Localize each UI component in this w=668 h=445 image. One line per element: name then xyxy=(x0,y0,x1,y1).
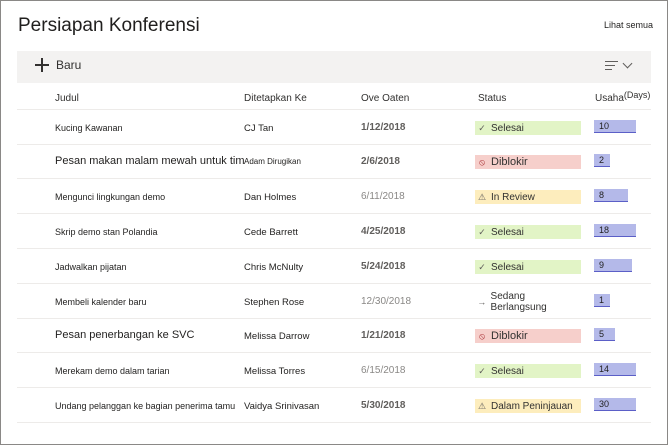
new-button-label: Baru xyxy=(56,58,82,72)
view-options-button[interactable] xyxy=(605,58,633,71)
status-label: Selesai xyxy=(491,261,524,273)
status-badge: ⦸ Diblokir xyxy=(475,329,581,343)
table-row[interactable]: Membeli kalender baru Stephen Rose 12/30/2… xyxy=(17,285,651,319)
table-row[interactable]: Skrip demo stan Polandia Cede Barrett 4/25… xyxy=(17,215,651,249)
row-title[interactable]: Mengunci lingkungan demo xyxy=(55,192,165,202)
row-divider xyxy=(17,248,651,249)
status-label: Selesai xyxy=(491,365,524,377)
row-divider xyxy=(17,422,651,423)
row-divider xyxy=(17,178,651,179)
check-icon: ✓ xyxy=(478,226,486,237)
row-assigned: Vaidya Srinivasan xyxy=(244,401,320,412)
row-divider xyxy=(17,283,651,284)
row-assigned: Melissa Darrow xyxy=(244,331,310,342)
table-row[interactable]: Mengunci lingkungan demo Dan Holmes 6/11/2… xyxy=(17,180,651,214)
check-icon: ✓ xyxy=(478,261,486,272)
status-label: In Review xyxy=(491,191,535,203)
status-badge: → Sedang Berlangsung xyxy=(475,291,581,313)
status-badge: ✓ Selesai xyxy=(475,364,581,378)
view-lines-icon xyxy=(605,60,618,71)
row-due-date: 5/30/2018 xyxy=(361,400,406,411)
row-title[interactable]: Pesan penerbangan ke SVC xyxy=(55,329,194,341)
table-row[interactable]: Kucing Kawanan CJ Tan 1/12/2018 ✓ Selesai 10 xyxy=(17,111,651,145)
row-due-date: 12/30/2018 xyxy=(361,296,412,307)
row-assigned: Adam Dirugikan xyxy=(244,157,301,166)
row-due-date: 6/11/2018 xyxy=(361,191,405,202)
column-header-status[interactable]: Status xyxy=(478,93,506,104)
check-icon: ✓ xyxy=(478,365,486,376)
blocked-icon: ⦸ xyxy=(479,156,485,167)
effort-bar: 1 xyxy=(594,294,610,307)
table-row[interactable]: Pesan makan malam mewah untuk tim Adam Di… xyxy=(17,145,651,179)
row-divider xyxy=(17,213,651,214)
row-divider xyxy=(17,352,651,353)
header-divider xyxy=(17,109,651,110)
row-due-date: 5/24/2018 xyxy=(361,261,406,272)
row-due-date: 1/12/2018 xyxy=(361,122,406,133)
column-header-effort-unit: (Days) xyxy=(623,90,651,100)
page-title: Persiapan Konferensi xyxy=(18,15,200,36)
plus-icon xyxy=(35,58,49,72)
blocked-icon: ⦸ xyxy=(479,330,485,341)
column-header-title[interactable]: Judul xyxy=(55,93,79,104)
row-divider xyxy=(17,387,651,388)
column-header-due[interactable]: Ove Oaten xyxy=(361,93,409,104)
row-title[interactable]: Kucing Kawanan xyxy=(55,123,123,133)
effort-bar: 2 xyxy=(594,154,610,167)
column-header-assigned[interactable]: Ditetapkan Ke xyxy=(244,93,307,104)
row-due-date: 6/15/2018 xyxy=(361,365,406,376)
effort-bar: 9 xyxy=(594,259,632,272)
list-web-part: Persiapan Konferensi Lihat semua Baru Ju… xyxy=(0,0,668,445)
row-assigned: CJ Tan xyxy=(244,123,274,134)
effort-bar: 30 xyxy=(594,398,636,411)
table-row[interactable]: Undang pelanggan ke bagian penerima tamu… xyxy=(17,389,651,423)
row-assigned: Dan Holmes xyxy=(244,192,297,203)
row-title[interactable]: Skrip demo stan Polandia xyxy=(55,227,158,237)
arrow-right-icon: → xyxy=(477,297,487,307)
effort-bar: 8 xyxy=(594,189,628,202)
status-label: Diblokir xyxy=(491,330,528,342)
row-assigned: Melissa Torres xyxy=(244,366,306,377)
row-title[interactable]: Membeli kalender baru xyxy=(55,297,147,307)
see-all-link[interactable]: Lihat semua xyxy=(604,20,653,30)
row-due-date: 4/25/2018 xyxy=(361,226,406,237)
chevron-down-icon xyxy=(622,58,633,69)
status-badge: ✓ Selesai xyxy=(475,121,581,135)
status-label: Selesai xyxy=(491,122,524,134)
table-row[interactable]: Merekam demo dalam tarian Melissa Torres 6… xyxy=(17,354,651,388)
row-due-date: 1/21/2018 xyxy=(361,330,406,341)
table-row[interactable]: Pesan penerbangan ke SVC Melissa Darrow 1/… xyxy=(17,319,651,353)
status-label: Sedang Berlangsung xyxy=(490,291,547,313)
effort-bar: 5 xyxy=(594,328,615,341)
status-badge: ⦸ Diblokir xyxy=(475,155,581,169)
effort-bar: 14 xyxy=(594,363,636,376)
effort-bar: 10 xyxy=(594,120,636,133)
status-badge: ✓ Selesai xyxy=(475,260,581,274)
row-due-date: 2/6/2018 xyxy=(361,156,400,167)
row-title[interactable]: Pesan makan malam mewah untuk tim xyxy=(55,155,245,167)
status-badge: ✓ Selesai xyxy=(475,225,581,239)
row-title[interactable]: Jadwalkan pijatan xyxy=(55,262,127,272)
row-title[interactable]: Merekam demo dalam tarian xyxy=(55,366,170,376)
warning-icon: ⚠ xyxy=(477,191,487,202)
row-assigned: Stephen Rose xyxy=(244,297,305,308)
new-button[interactable]: Baru xyxy=(35,58,81,72)
status-label: Dalam Peninjauan xyxy=(491,400,573,412)
row-assigned: Cede Barrett xyxy=(244,227,298,238)
row-title[interactable]: Undang pelanggan ke bagian penerima tamu xyxy=(55,401,235,411)
table-row[interactable]: Jadwalkan pijatan Chris McNulty 5/24/2018 ✓… xyxy=(17,250,651,284)
status-label: Selesai xyxy=(491,226,524,238)
column-header-effort-label: Usaha xyxy=(595,93,624,104)
status-badge: ⚠ Dalam Peninjauan xyxy=(475,399,581,413)
status-label: Diblokir xyxy=(491,156,528,168)
check-icon: ✓ xyxy=(478,122,486,133)
command-bar: Baru xyxy=(17,51,651,83)
status-badge: ⚠ In Review xyxy=(475,190,581,204)
warning-icon: ⚠ xyxy=(477,400,487,411)
row-assigned: Chris McNulty xyxy=(244,262,304,273)
column-header-effort[interactable]: Usaha(Days) xyxy=(595,90,651,104)
effort-bar: 18 xyxy=(594,224,636,237)
